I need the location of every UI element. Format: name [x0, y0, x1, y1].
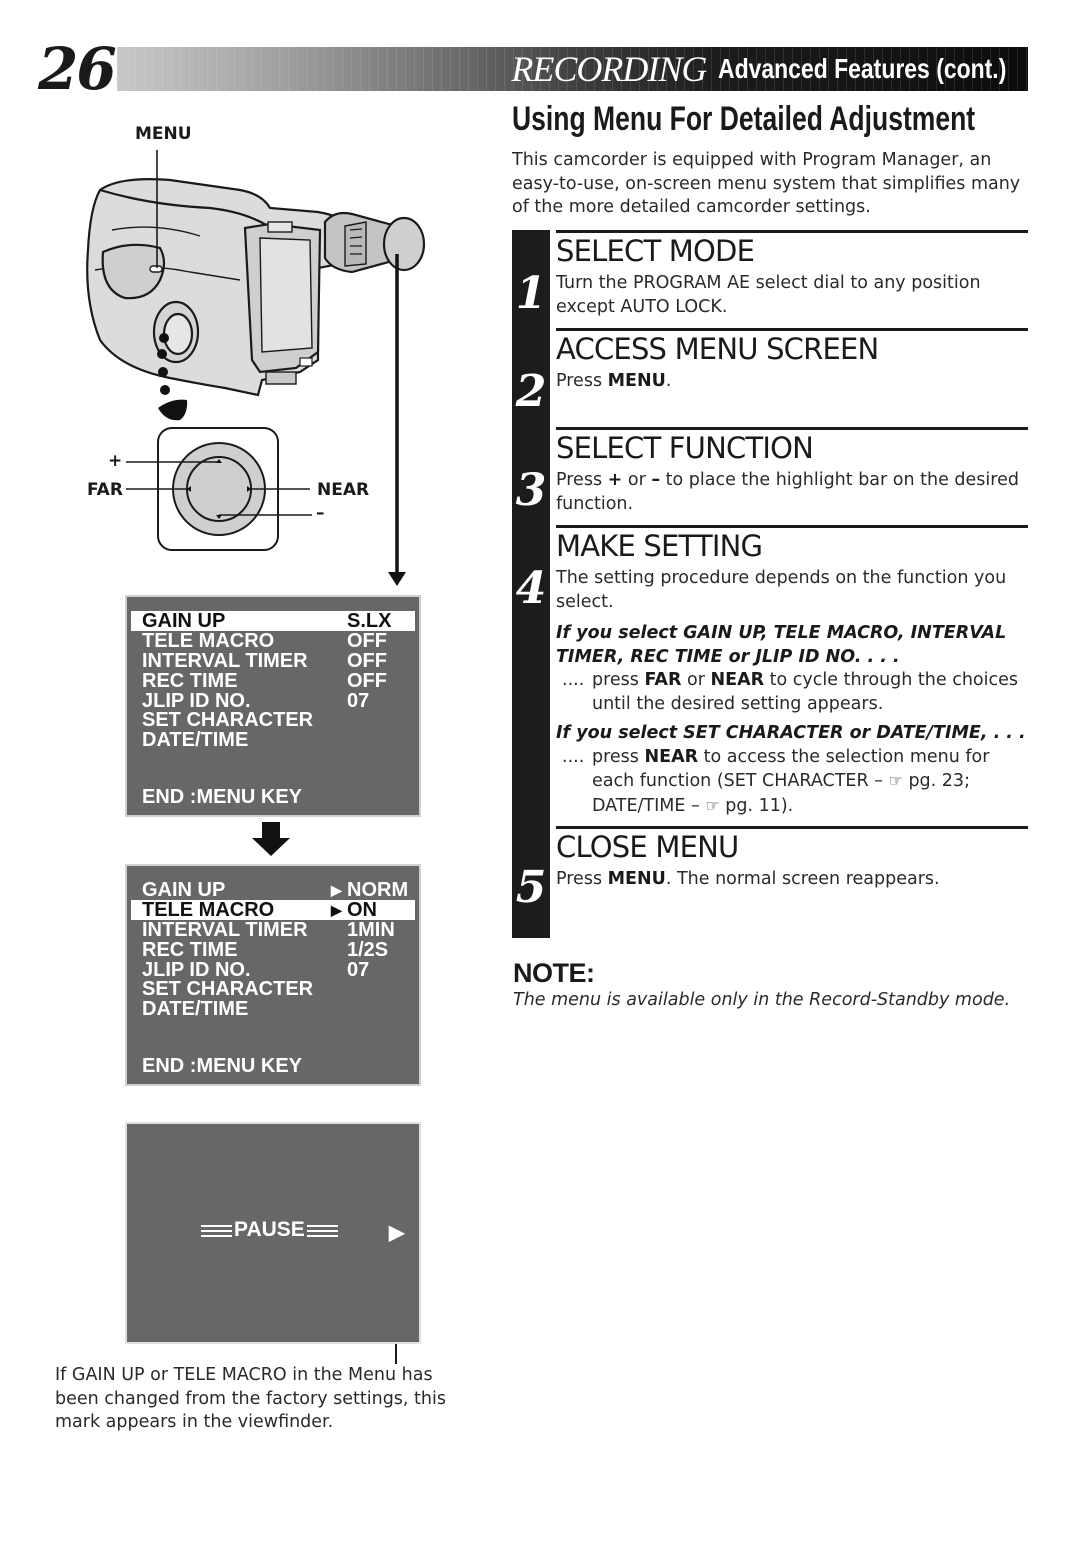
near-label: NEAR [317, 480, 370, 500]
viewfinder-arrow-head [388, 572, 406, 586]
menu-row: SET CHARACTER [142, 709, 314, 731]
minus-label: – [316, 503, 325, 523]
camcorder-body [86, 178, 426, 397]
menu-row: REC TIME OFF [142, 670, 387, 692]
step-divider [556, 525, 1028, 528]
step-title: ACCESS MENU SCREEN [556, 332, 879, 366]
plus-label: + [108, 451, 123, 471]
condition-heading: If you select GAIN UP, TELE MACRO, INTER… [556, 623, 1007, 667]
page-number: 26 [38, 35, 117, 103]
menu-row: SET CHARACTER [142, 978, 314, 1000]
step-divider [556, 230, 1028, 233]
section-title: Using Menu For Detailed Adjustment [512, 100, 976, 138]
intro-paragraph: This camcorder is equipped with Program … [512, 150, 1021, 217]
step-number: 5 [515, 862, 547, 913]
step-number: 1 [515, 268, 547, 319]
header-title: RECORDING Advanced Features (cont.) [511, 47, 1012, 91]
menu-screen-before: GAIN UP S.LX TELE MACRO OFF INTERVAL TIM… [125, 595, 421, 817]
viewfinder-caption: If GAIN UP or TELE MACRO in the Menu has… [55, 1365, 446, 1432]
step-body: Press MENU. The normal screen reappears. [556, 869, 940, 889]
menu-row: GAIN UP ▶ NORM [142, 879, 409, 901]
control-pad [157, 427, 279, 551]
step-divider [556, 427, 1028, 430]
changed-setting-mark-icon: ▶ [389, 1222, 405, 1244]
far-label: FAR [87, 480, 123, 500]
menu-row: JLIP ID NO. 07 [142, 690, 370, 712]
condition-instruction: .... press FAR or NEAR to cycle through t… [562, 670, 1018, 714]
selector-arrow-icon: ▶ [331, 882, 342, 898]
header-title-main: RECORDING [511, 49, 707, 89]
dial-trail [157, 333, 188, 421]
step-number: 4 [515, 563, 547, 614]
page-reference-icon: ☞ [888, 771, 903, 790]
page-reference-icon: ☞ [705, 795, 720, 815]
step-4: 4 MAKE SETTING The setting procedure dep… [512, 525, 1028, 825]
menu-row: GAIN UP S.LX [131, 611, 415, 631]
pause-indicator: PAUSE [201, 1218, 338, 1242]
header-banner: RECORDING Advanced Features (cont.) [117, 47, 1028, 91]
condition-heading: If you select SET CHARACTER or DATE/TIME… [556, 723, 1026, 743]
step-number: 2 [515, 366, 547, 417]
step-divider [556, 826, 1028, 829]
condition-instruction: .... press NEAR to access the selection m… [562, 746, 990, 816]
step-body: Press + or – to place the highlight bar … [556, 470, 1019, 514]
menu-row: TELE MACRO ▶ ON [131, 900, 415, 920]
step-3: 3 SELECT FUNCTION Press + or – to place … [512, 427, 1028, 527]
note-text: The menu is available only in the Record… [513, 990, 1011, 1010]
pause-lines-left-icon [201, 1223, 232, 1237]
step-body: Turn the PROGRAM AE select dial to any p… [556, 273, 981, 317]
step-title: SELECT FUNCTION [556, 431, 814, 465]
step-body: Press MENU. [556, 371, 672, 391]
step-number: 3 [515, 465, 547, 516]
menu-row: INTERVAL TIMER OFF [142, 650, 387, 672]
header-title-sub: Advanced Features (cont.) [718, 53, 1007, 84]
selector-arrow-icon: ▶ [331, 902, 342, 918]
menu-button-label: MENU [135, 124, 192, 144]
menu-row: REC TIME 1/2S [142, 939, 389, 961]
menu-footer: END :MENU KEY [142, 786, 303, 808]
menu-row: INTERVAL TIMER 1MIN [142, 919, 395, 941]
step-body: The setting procedure depends on the fun… [556, 567, 1028, 818]
step-title: MAKE SETTING [556, 529, 763, 563]
menu-row: DATE/TIME [142, 729, 249, 751]
menu-row: DATE/TIME [142, 998, 249, 1020]
step-1: 1 SELECT MODE Turn the PROGRAM AE select… [512, 230, 1028, 330]
step-divider [556, 328, 1028, 331]
down-arrow-icon [252, 822, 290, 856]
step-title: SELECT MODE [556, 234, 755, 268]
pause-lines-right-icon [306, 1223, 338, 1237]
menu-footer: END :MENU KEY [142, 1055, 303, 1077]
step-2: 2 ACCESS MENU SCREEN Press MENU. [512, 328, 1028, 428]
menu-row: TELE MACRO OFF [142, 630, 387, 652]
menu-row: JLIP ID NO. 07 [142, 959, 370, 981]
menu-screen-after: GAIN UP ▶ NORM TELE MACRO ▶ ON INTERVAL … [125, 864, 421, 1086]
note-title: NOTE: [513, 958, 595, 988]
step-5: 5 CLOSE MENU Press MENU. The normal scre… [512, 826, 1028, 938]
step-title: CLOSE MENU [556, 830, 739, 864]
